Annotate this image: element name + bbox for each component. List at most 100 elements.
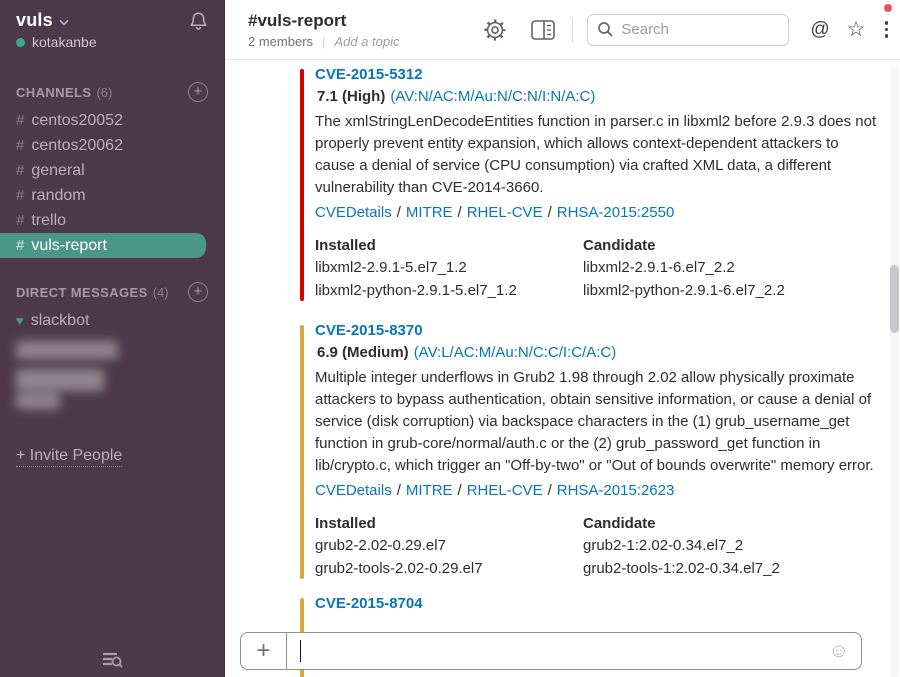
severity-color-bar bbox=[300, 325, 304, 579]
attach-file-button[interactable]: + bbox=[241, 633, 287, 669]
channel-label: general bbox=[31, 162, 84, 180]
reference-links: CVEDetails / MITRE / RHEL-CVE / RHSA-2015:2623 bbox=[315, 482, 885, 499]
sidebar-item-general[interactable]: # general bbox=[0, 158, 224, 183]
channel-pane: #vuls-report 2 members | Add a topic bbox=[225, 0, 900, 677]
candidate-package: libxml2-2.9.1-6.el7_2.2 bbox=[583, 256, 851, 279]
candidate-package: grub2-1:2.02-0.34.el7_2 bbox=[583, 534, 851, 557]
notifications-bell-icon[interactable] bbox=[189, 11, 208, 31]
ref-link-cvedetails[interactable]: CVEDetails bbox=[315, 482, 392, 499]
channels-label[interactable]: CHANNELS bbox=[16, 85, 91, 100]
installed-package: grub2-2.02-0.29.el7 bbox=[315, 534, 583, 557]
dm-label: slackbot bbox=[31, 312, 90, 330]
dm-item-redacted[interactable] bbox=[16, 341, 118, 359]
add-channel-icon[interactable]: + bbox=[188, 82, 208, 102]
details-panel-icon[interactable] bbox=[530, 19, 556, 41]
cvss-vector-link[interactable]: (AV:N/AC:M/Au:N/C:N/I:N/A:C) bbox=[390, 88, 595, 105]
sidebar-item-vuls-report[interactable]: # vuls-report bbox=[0, 233, 206, 258]
channel-label: centos20052 bbox=[31, 112, 123, 130]
header-divider bbox=[572, 18, 573, 42]
message-composer: + ☺ bbox=[240, 632, 862, 670]
cve-title-link[interactable]: CVE-2015-8704 bbox=[315, 595, 423, 612]
sidebar-item-random[interactable]: # random bbox=[0, 183, 224, 208]
cve-title-link[interactable]: CVE-2015-8370 bbox=[315, 322, 423, 339]
current-user-name[interactable]: kotakanbe bbox=[32, 34, 97, 50]
message-input[interactable] bbox=[287, 633, 829, 669]
channels-section-header: CHANNELS (6) + bbox=[0, 82, 224, 102]
dm-count: (4) bbox=[153, 285, 169, 300]
cvss-vector-link[interactable]: (AV:L/AC:M/Au:N/C:C/I:C/A:C) bbox=[414, 344, 617, 361]
channel-label: vuls-report bbox=[31, 237, 107, 255]
text-cursor bbox=[300, 640, 301, 662]
ref-link-cvedetails[interactable]: CVEDetails bbox=[315, 204, 392, 221]
scrollbar-thumb[interactable] bbox=[890, 265, 899, 333]
candidate-package: grub2-tools-1:2.02-0.34.el7_2 bbox=[583, 557, 851, 580]
dm-section-header: DIRECT MESSAGES (4) + bbox=[0, 282, 224, 302]
search-input[interactable] bbox=[621, 21, 771, 38]
ref-link-rhel-cve[interactable]: RHEL-CVE bbox=[467, 482, 543, 499]
cve-title-link[interactable]: CVE-2015-5312 bbox=[315, 66, 423, 83]
channels-count: (6) bbox=[96, 85, 112, 100]
starred-items-icon[interactable]: ☆ bbox=[847, 20, 866, 40]
channel-label: random bbox=[31, 187, 85, 205]
notification-badge-dot bbox=[884, 4, 892, 12]
slack-app: vuls kotakanbe CHANNELS (6) + bbox=[0, 0, 900, 677]
search-box[interactable] bbox=[587, 14, 789, 46]
sidebar-item-trello[interactable]: # trello bbox=[0, 208, 224, 233]
installed-package: libxml2-2.9.1-5.el7_1.2 bbox=[315, 256, 583, 279]
sidebar-item-centos20062[interactable]: # centos20062 bbox=[0, 133, 224, 158]
add-dm-icon[interactable]: + bbox=[188, 282, 208, 302]
channel-label: trello bbox=[31, 212, 66, 230]
severity-color-bar bbox=[300, 69, 304, 301]
sidebar: vuls kotakanbe CHANNELS (6) + bbox=[0, 0, 225, 677]
hash-icon: # bbox=[16, 162, 24, 179]
candidate-package: libxml2-python-2.9.1-6.el7_2.2 bbox=[583, 279, 851, 302]
link-separator: / bbox=[397, 482, 401, 499]
ref-link-mitre[interactable]: MITRE bbox=[406, 204, 453, 221]
message-list: CVE-2015-5312 7.1 (High) (AV:N/AC:M/Au:N/… bbox=[225, 60, 888, 677]
dm-item-redacted[interactable] bbox=[16, 393, 60, 409]
reference-links: CVEDetails/MITRE/RHEL-CVE/RHSA-2015:2550 bbox=[315, 204, 885, 221]
ref-link-rhsa[interactable]: RHSA-2015:2623 bbox=[557, 482, 675, 499]
subline-divider: | bbox=[322, 34, 325, 49]
link-separator: / bbox=[548, 204, 552, 221]
invite-people-link[interactable]: + Invite People bbox=[16, 447, 122, 465]
more-options-kebab-icon[interactable] bbox=[885, 20, 889, 40]
ref-link-rhsa[interactable]: RHSA-2015:2550 bbox=[557, 204, 675, 221]
scrollbar[interactable] bbox=[890, 66, 899, 677]
workspace-menu[interactable]: vuls bbox=[16, 10, 53, 31]
dm-items-redacted[interactable] bbox=[0, 333, 224, 413]
dm-label[interactable]: DIRECT MESSAGES bbox=[16, 285, 148, 300]
hash-icon: # bbox=[16, 212, 24, 229]
ref-link-mitre[interactable]: MITRE bbox=[406, 482, 453, 499]
emoji-picker-icon[interactable]: ☺ bbox=[829, 633, 861, 669]
severity-score: 7.1 (High) bbox=[317, 88, 385, 105]
mentions-icon[interactable]: @ bbox=[810, 19, 829, 41]
gear-icon[interactable] bbox=[483, 18, 507, 42]
dm-item-slackbot[interactable]: ♥ slackbot bbox=[0, 308, 224, 333]
hash-icon: # bbox=[16, 112, 24, 129]
field-title-candidate: Candidate bbox=[583, 513, 851, 534]
member-count[interactable]: 2 members bbox=[248, 34, 313, 49]
cve-description: Multiple integer underflows in Grub2 1.9… bbox=[315, 367, 880, 477]
chevron-down-icon bbox=[59, 19, 69, 26]
link-separator: / bbox=[397, 204, 401, 221]
sidebar-item-centos20052[interactable]: # centos20052 bbox=[0, 108, 224, 133]
installed-package: libxml2-python-2.9.1-5.el7_1.2 bbox=[315, 279, 583, 302]
hash-icon: # bbox=[16, 137, 24, 154]
channel-header: #vuls-report 2 members | Add a topic bbox=[225, 0, 900, 60]
add-topic-link[interactable]: Add a topic bbox=[334, 34, 399, 49]
cve-description: The xmlStringLenDecodeEntities function … bbox=[315, 111, 880, 199]
channel-browser-search-icon[interactable] bbox=[0, 649, 224, 671]
search-icon bbox=[597, 21, 614, 38]
field-title-candidate: Candidate bbox=[583, 235, 851, 256]
hash-icon: # bbox=[16, 187, 24, 204]
message-attachment-cve-2015-8370: CVE-2015-8370 6.9 (Medium)(AV:L/AC:M/Au:… bbox=[300, 322, 885, 580]
channel-label: centos20062 bbox=[31, 137, 123, 155]
link-separator: / bbox=[458, 482, 462, 499]
heart-icon: ♥ bbox=[16, 313, 24, 328]
page-title[interactable]: #vuls-report bbox=[248, 10, 399, 32]
hash-icon: # bbox=[16, 237, 24, 254]
link-separator: / bbox=[548, 482, 552, 499]
ref-link-rhel-cve[interactable]: RHEL-CVE bbox=[467, 204, 543, 221]
dm-item-redacted[interactable] bbox=[16, 369, 104, 391]
